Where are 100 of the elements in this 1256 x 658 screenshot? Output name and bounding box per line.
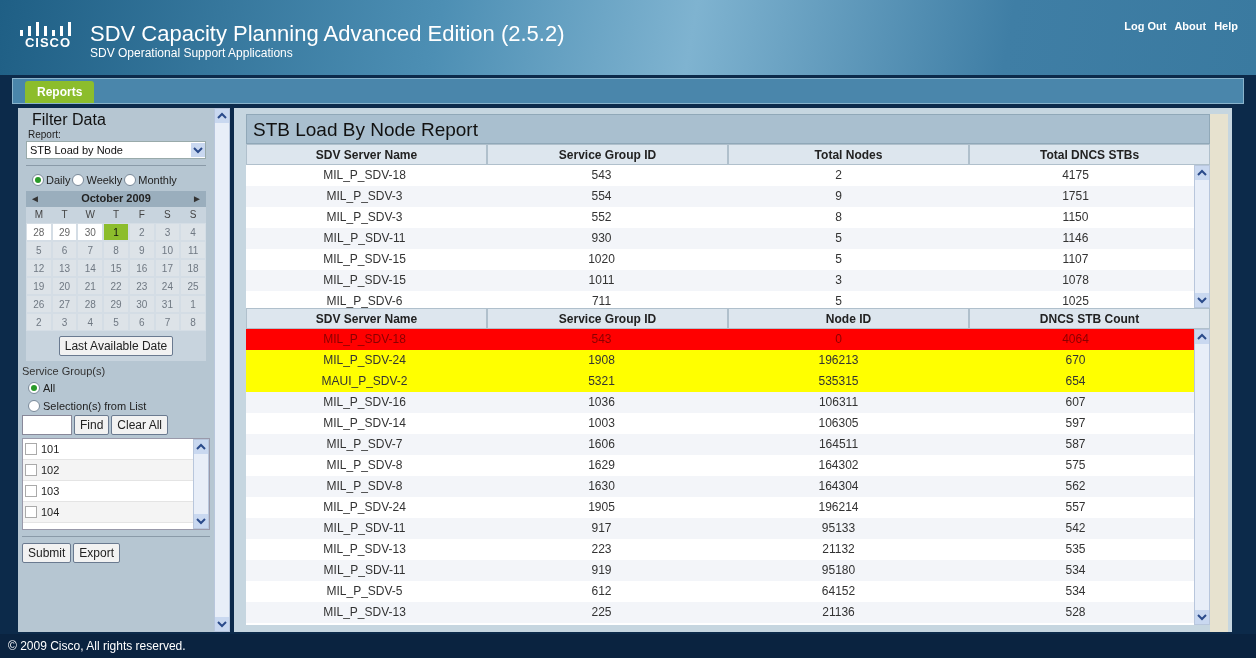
table-cell-text: 4175 [1061,167,1090,184]
table-cell-text: 534 [1064,562,1087,579]
table-cell-text: 528 [1064,604,1087,621]
radio-button[interactable] [28,382,40,394]
table-row[interactable]: MIL_P_SDV-15 1011 3 1078 [246,270,1194,291]
table-cell-text: 1606 [587,436,616,453]
calendar-day[interactable]: 29 [51,222,78,241]
table-cell-text: MIL_P_SDV-13 [322,604,407,621]
scroll-up-icon[interactable] [215,109,229,123]
scroll-up-icon[interactable] [194,440,208,454]
table-row[interactable]: MIL_P_SDV-7 1606 164511 587 [246,434,1194,455]
header-link[interactable]: Log Out [1124,18,1167,35]
table-row[interactable]: MIL_P_SDV-16 1036 106311 607 [246,392,1194,413]
table-cell-text: 95180 [820,562,857,579]
column-header[interactable]: Total Nodes [728,144,969,165]
table-row[interactable]: MIL_P_SDV-3 554 9 1751 [246,186,1194,207]
table-cell-text: 670 [1064,352,1087,369]
column-header[interactable]: SDV Server Name [246,308,487,329]
scroll-down-icon[interactable] [1195,610,1209,624]
checkbox[interactable] [25,443,37,455]
checkbox[interactable] [25,506,37,518]
panel-scrollbar[interactable] [214,108,230,632]
table-row[interactable]: MAUI_P_SDV-2 5321 535315 654 [246,371,1194,392]
search-field[interactable] [22,415,72,435]
submit-button[interactable]: Submit [22,543,72,563]
calendar-month: October 2009 [81,191,151,207]
list-scrollbar[interactable] [193,439,209,529]
radio-button[interactable] [32,174,44,187]
weekday-label: S [163,207,172,222]
radio-button[interactable] [72,174,85,187]
checkbox[interactable] [25,485,37,497]
checkbox[interactable] [25,464,37,476]
table-cell-text: 535 [1064,541,1087,558]
table-cell-text: 95133 [820,520,857,537]
table-cell-text: MIL_P_SDV-16 [322,394,407,411]
last-available-date-button[interactable]: Last Available Date [58,335,174,356]
table-cell-text: 1011 [587,272,616,289]
table-row[interactable]: MIL_P_SDV-11 930 5 1146 [246,228,1194,249]
dropdown-caret-icon [191,143,205,157]
table-row[interactable]: MIL_P_SDV-18 543 0 4064 [246,329,1194,350]
header-link[interactable]: About [1174,18,1207,35]
next-month-button[interactable]: ► [192,191,202,206]
table-cell-text: 5 [834,230,843,247]
column-header[interactable]: Service Group ID [487,144,728,165]
find-button[interactable]: Find [74,415,110,435]
table-cell-text: 9 [834,188,843,205]
table-cell-text: 5 [834,251,843,268]
radio-button[interactable] [28,400,40,412]
calendar-day[interactable]: 30 [77,222,104,241]
table-cell-text: 1003 [587,415,616,432]
calendar-day[interactable]: 1 [103,222,129,241]
table-cell-text: 1905 [587,499,616,516]
radio-label: Daily [46,173,71,188]
column-header[interactable]: Node ID [728,308,969,329]
group-label: 101 [41,441,60,457]
column-header[interactable]: DNCS STB Count [969,308,1210,329]
table-cell-text: 1020 [587,251,616,268]
table-row[interactable]: MIL_P_SDV-13 225 21136 528 [246,602,1194,623]
table-cell-text: 554 [590,188,613,205]
table-row[interactable]: MIL_P_SDV-8 1630 164304 562 [246,476,1194,497]
column-header[interactable]: Total DNCS STBs [969,144,1210,165]
table-row[interactable]: MIL_P_SDV-11 919 95180 534 [246,560,1194,581]
scroll-down-icon[interactable] [1195,293,1209,307]
table-cell-text: 543 [590,331,613,348]
table-cell-text: 106311 [817,394,860,411]
table-cell-text: 587 [1064,436,1087,453]
table-cell-text: 930 [590,230,613,247]
previous-month-button[interactable]: ◄ [30,191,40,206]
column-header[interactable]: Service Group ID [487,308,728,329]
table-cell-text: 1107 [1061,251,1090,268]
table-scrollbar[interactable] [1194,329,1210,625]
table-cell-text: MIL_P_SDV-8 [325,478,404,495]
table-cell-text: 1908 [587,352,616,369]
scroll-up-icon[interactable] [1195,166,1209,180]
table-row[interactable]: MIL_P_SDV-11 917 95133 542 [246,518,1194,539]
header-link[interactable]: Help [1214,18,1238,35]
report-select[interactable]: STB Load by Node [26,141,206,159]
table-scrollbar[interactable] [1194,165,1210,308]
table-cell-text: 1078 [1061,272,1090,289]
clear-all-button[interactable]: Clear All [111,415,169,435]
table-cell-text: 164304 [817,478,860,495]
table-cell-text: 654 [1064,373,1087,390]
table-cell-text: MIL_P_SDV-5 [325,583,404,600]
export-button[interactable]: Export [73,543,121,563]
table-cell-text: 543 [590,167,613,184]
table-cell-text: 223 [590,541,613,558]
scroll-down-icon[interactable] [194,514,208,528]
table-cell-text: 0 [834,331,843,348]
table-cell-text: 607 [1064,394,1087,411]
calendar-day[interactable]: 28 [26,222,52,241]
column-header[interactable]: SDV Server Name [246,144,487,165]
scroll-down-icon[interactable] [215,617,229,631]
table-cell-text: MIL_P_SDV-14 [322,415,407,432]
table-cell-text: 597 [1064,415,1087,432]
radio-button[interactable] [124,174,137,187]
table-cell-text: 1630 [587,478,616,495]
table-row[interactable]: MIL_P_SDV-24 1908 196213 670 [246,350,1194,371]
table-cell-text: 4064 [1061,331,1090,348]
table-cell-text: 8 [834,209,843,226]
scroll-up-icon[interactable] [1195,330,1209,344]
